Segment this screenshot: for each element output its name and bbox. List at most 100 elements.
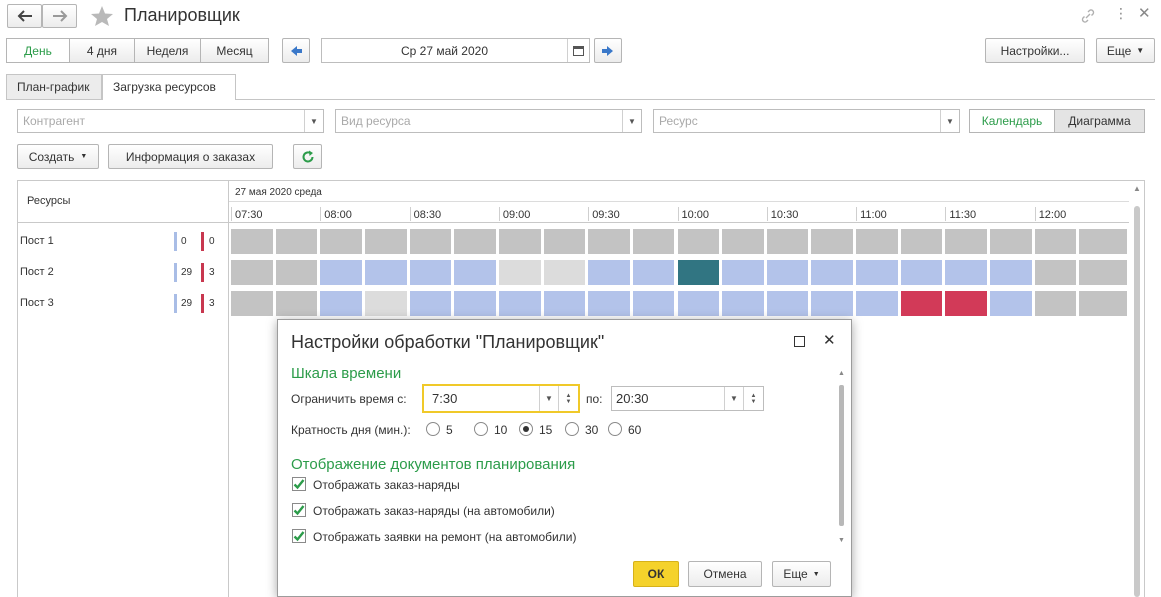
schedule-cell[interactable] [275,229,318,254]
schedule-cell[interactable] [588,291,630,316]
schedule-cell[interactable] [543,260,586,285]
schedule-cell[interactable] [543,291,586,316]
schedule-cell[interactable] [766,260,809,285]
schedule-cell[interactable] [364,229,407,254]
orders-info-button[interactable]: Информация о заказах [108,144,273,169]
checkbox-label[interactable]: Отображать заявки на ремонт (на автомоби… [313,530,576,544]
schedule-cell[interactable] [409,229,452,254]
dropdown-arrow-icon[interactable]: ▼ [622,110,641,132]
link-icon[interactable] [1081,9,1095,23]
period-month-button[interactable]: Месяц [200,38,269,63]
schedule-cell[interactable] [632,260,675,285]
schedule-cell[interactable] [811,260,854,285]
schedule-cell[interactable] [722,291,764,316]
schedule-cell[interactable] [722,260,764,285]
step-radio[interactable] [426,422,440,436]
schedule-cell[interactable] [1034,229,1077,254]
close-icon[interactable]: ✕ [1138,4,1151,22]
schedule-cell[interactable] [498,291,541,316]
step-radio[interactable] [519,422,533,436]
step-option-label[interactable]: 10 [494,423,507,437]
schedule-cell[interactable] [275,291,318,316]
schedule-cell[interactable] [364,260,407,285]
schedule-cell[interactable] [588,260,630,285]
create-button[interactable]: Создать ▼ [17,144,99,169]
settings-button[interactable]: Настройки... [985,38,1085,63]
prev-date-button[interactable] [282,38,310,63]
dialog-scroll-up-arrow[interactable]: ▲ [838,370,845,377]
checkbox[interactable] [292,503,306,517]
step-option-label[interactable]: 5 [446,423,453,437]
schedule-cell[interactable] [990,229,1032,254]
schedule-cell[interactable] [1079,229,1127,254]
schedule-cell[interactable] [543,229,586,254]
step-radio[interactable] [608,422,622,436]
schedule-cell[interactable] [231,260,273,285]
refresh-button[interactable] [293,144,322,169]
dialog-scroll-down-arrow[interactable]: ▼ [838,537,845,544]
view-diagram-button[interactable]: Диаграмма [1054,109,1145,133]
schedule-cell[interactable] [364,291,407,316]
back-button[interactable] [7,4,42,28]
schedule-cell[interactable] [409,291,452,316]
schedule-cell[interactable] [811,229,854,254]
schedule-cell[interactable] [409,260,452,285]
star-icon[interactable] [90,5,114,27]
dropdown-arrow-icon[interactable]: ▼ [304,110,323,132]
calendar-icon[interactable] [567,39,589,62]
step-option-label[interactable]: 15 [539,423,552,437]
time-to-stepper[interactable]: ▲ ▼ [743,387,763,410]
schedule-cell[interactable] [231,291,273,316]
dropdown-arrow-icon[interactable]: ▼ [539,386,558,411]
schedule-cell[interactable] [320,260,362,285]
schedule-cell[interactable] [1079,260,1127,285]
schedule-cell[interactable] [811,291,854,316]
schedule-cell[interactable] [1034,260,1077,285]
schedule-cell[interactable] [677,229,720,254]
schedule-cell[interactable] [454,291,496,316]
dialog-scrollbar[interactable] [839,385,844,526]
step-option-label[interactable]: 30 [585,423,598,437]
time-from-field[interactable]: 7:30 ▼ ▲ ▼ [422,384,580,413]
view-calendar-button[interactable]: Календарь [969,109,1055,133]
period-day-button[interactable]: День [6,38,70,63]
checkbox-label[interactable]: Отображать заказ-наряды (на автомобили) [313,504,555,518]
checkbox[interactable] [292,529,306,543]
schedule-cell[interactable] [1034,291,1077,316]
counterparty-field[interactable]: Контрагент ▼ [17,109,324,133]
schedule-cell[interactable] [632,229,675,254]
step-radio[interactable] [565,422,579,436]
schedule-cell[interactable] [945,260,988,285]
schedule-cell[interactable] [454,229,496,254]
schedule-cell[interactable] [945,291,988,316]
schedule-cell[interactable] [766,229,809,254]
schedule-cell[interactable] [275,260,318,285]
step-radio[interactable] [474,422,488,436]
vertical-scrollbar[interactable] [1134,206,1140,597]
schedule-cell[interactable] [856,260,898,285]
schedule-cell[interactable] [320,229,362,254]
schedule-cell[interactable] [498,260,541,285]
schedule-cell[interactable] [231,229,273,254]
tab-resource-load[interactable]: Загрузка ресурсов [102,74,236,100]
checkbox[interactable] [292,477,306,491]
dialog-more-button[interactable]: Еще ▼ [772,561,831,587]
dropdown-arrow-icon[interactable]: ▼ [724,387,743,410]
tab-plan-schedule[interactable]: План-график [6,74,102,100]
date-field[interactable]: Ср 27 май 2020 [321,38,590,63]
schedule-cell[interactable] [990,291,1032,316]
time-to-field[interactable]: 20:30 ▼ ▲ ▼ [611,386,764,411]
resource-field[interactable]: Ресурс ▼ [653,109,960,133]
dropdown-arrow-icon[interactable]: ▼ [940,110,959,132]
period-4days-button[interactable]: 4 дня [69,38,135,63]
schedule-cell[interactable] [900,291,943,316]
window-menu-icon[interactable]: ⋮ [1114,5,1128,22]
ok-button[interactable]: ОК [633,561,679,587]
cancel-button[interactable]: Отмена [688,561,762,587]
schedule-cell[interactable] [498,229,541,254]
scroll-up-arrow[interactable]: ▲ [1133,184,1141,193]
schedule-cell[interactable] [588,229,630,254]
period-week-button[interactable]: Неделя [134,38,201,63]
forward-button[interactable] [42,4,77,28]
resource-type-field[interactable]: Вид ресурса ▼ [335,109,642,133]
